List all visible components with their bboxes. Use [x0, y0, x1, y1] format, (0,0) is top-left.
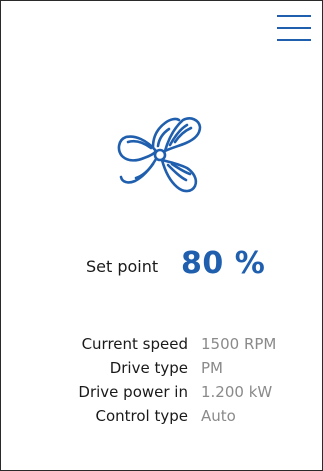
- info-label: Drive type: [109, 359, 188, 377]
- hamburger-menu-button[interactable]: [277, 15, 311, 41]
- info-value: 1500 RPM: [201, 335, 277, 353]
- drive-info-list: Current speed 1500 RPM Drive type PM Dri…: [1, 335, 322, 431]
- info-row-current-speed: Current speed 1500 RPM: [1, 335, 322, 359]
- setpoint-label: Set point: [86, 257, 159, 276]
- info-label: Control type: [95, 407, 189, 425]
- menu-bar: [277, 27, 311, 29]
- info-value: 1.200 kW: [201, 383, 273, 401]
- info-row-drive-type: Drive type PM: [1, 359, 322, 383]
- info-label: Drive power in: [78, 383, 188, 401]
- info-value: PM: [201, 359, 223, 377]
- info-row-control-type: Control type Auto: [1, 407, 322, 431]
- menu-bar: [277, 15, 311, 17]
- menu-bar: [277, 39, 311, 41]
- info-label: Current speed: [81, 335, 188, 353]
- info-row-drive-power: Drive power in 1.200 kW: [1, 383, 322, 407]
- setpoint-display: Set point 80 %: [1, 246, 322, 289]
- fan-icon: [113, 107, 207, 201]
- app-screen: Set point 80 % Current speed 1500 RPM Dr…: [0, 0, 323, 471]
- setpoint-value: 80 %: [181, 246, 266, 281]
- info-value: Auto: [201, 407, 236, 425]
